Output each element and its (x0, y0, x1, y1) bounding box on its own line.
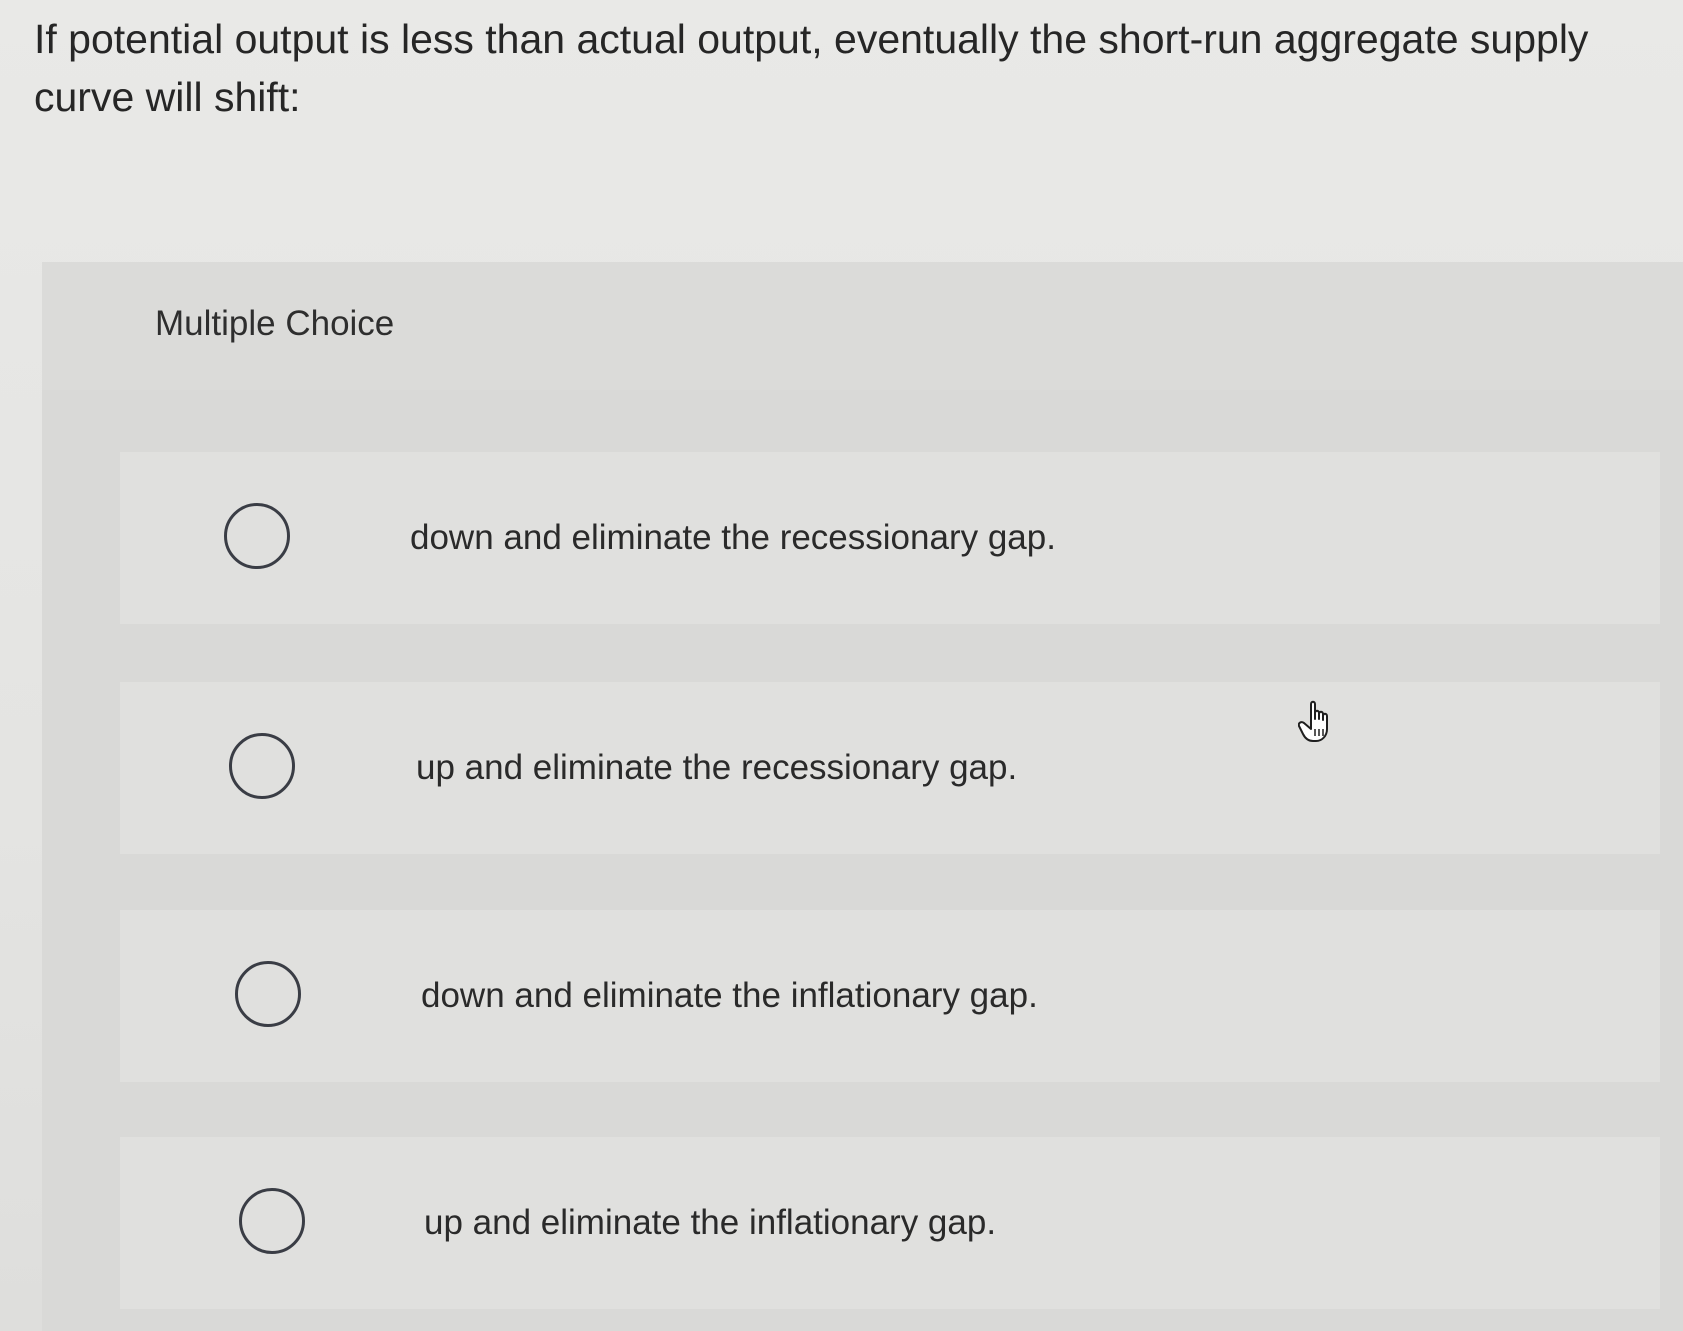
hand-pointer-icon (1298, 700, 1328, 742)
option-label[interactable]: down and eliminate the inflationary gap. (421, 972, 1038, 1020)
option-4[interactable]: up and eliminate the inflationary gap. (120, 1137, 1660, 1309)
option-label[interactable]: up and eliminate the inflationary gap. (424, 1199, 996, 1247)
options-list: down and eliminate the recessionary gap.… (42, 390, 1683, 1331)
option-label[interactable]: down and eliminate the recessionary gap. (410, 514, 1056, 562)
option-3[interactable]: down and eliminate the inflationary gap. (120, 910, 1660, 1082)
multiple-choice-panel: Multiple Choice down and eliminate the r… (42, 262, 1683, 1331)
multiple-choice-label: Multiple Choice (155, 304, 395, 343)
radio-unselected-icon[interactable] (235, 961, 301, 1027)
radio-unselected-icon[interactable] (224, 503, 290, 569)
option-label[interactable]: up and eliminate the recessionary gap. (416, 744, 1017, 792)
option-1[interactable]: down and eliminate the recessionary gap. (120, 452, 1660, 624)
option-2[interactable]: up and eliminate the recessionary gap. (120, 682, 1660, 854)
radio-unselected-icon[interactable] (229, 733, 295, 799)
question-page: If potential output is less than actual … (0, 0, 1683, 1331)
question-text: If potential output is less than actual … (34, 16, 1589, 120)
choice-header: Multiple Choice (42, 262, 1683, 390)
radio-unselected-icon[interactable] (239, 1188, 305, 1254)
